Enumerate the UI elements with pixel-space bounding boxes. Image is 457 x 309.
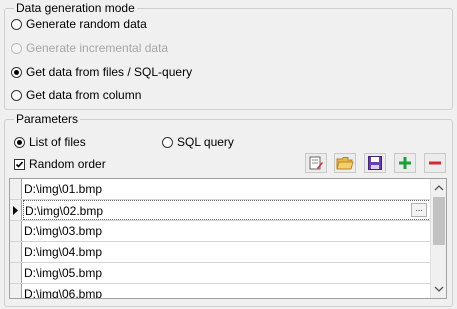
file-path-cell[interactable]: D:\img\06.bmp [23,284,431,298]
scroll-down-arrow-icon[interactable] [434,284,444,294]
radio-label: List of files [29,135,86,149]
vertical-scrollbar[interactable] [430,179,446,298]
radio-label: Get data from column [26,88,142,102]
generate-incremental-data-radio[interactable]: Generate incremental data [11,40,168,56]
table-row[interactable]: D:\img\03.bmp [10,221,431,242]
radio-label: Generate random data [26,17,147,31]
check-mark-icon [15,160,24,168]
browse-file-button[interactable]: ... [411,203,427,217]
radio-label: Generate incremental data [26,41,169,55]
file-path-cell[interactable]: D:\img\05.bmp [23,263,431,283]
file-path-cell[interactable]: D:\img\04.bmp [23,242,431,262]
get-data-from-column-radio[interactable]: Get data from column [11,87,141,103]
table-row[interactable]: D:\img\04.bmp [10,242,431,263]
radio-indicator [11,89,22,101]
row-indicator [10,200,22,220]
table-row[interactable]: D:\img\05.bmp [10,263,431,284]
random-order-checkbox[interactable]: Random order [14,156,106,172]
generate-random-data-radio[interactable]: Generate random data [11,16,147,32]
add-button[interactable] [394,153,416,173]
row-indicator [10,263,22,283]
radio-indicator [14,136,25,148]
checkbox-box [14,158,25,170]
file-list-grid[interactable]: D:\img\01.bmp D:\img\02.bmp ... D:\img\0… [9,178,447,299]
radio-label: SQL query [177,135,234,149]
file-path-cell[interactable]: D:\img\03.bmp [23,221,431,241]
edit-button[interactable] [305,153,327,173]
row-indicator [10,221,22,241]
remove-icon [429,161,441,165]
file-path-cell[interactable]: D:\img\02.bmp [23,200,431,220]
file-path-cell[interactable]: D:\img\01.bmp [23,179,431,199]
radio-label: Get data from files / SQL-query [26,65,193,79]
table-row[interactable]: D:\img\01.bmp [10,179,431,200]
current-row-arrow-icon [13,206,18,215]
table-row[interactable]: D:\img\02.bmp ... [10,200,431,221]
save-button[interactable] [364,153,386,173]
open-folder-icon [336,157,354,170]
row-indicator [10,242,22,262]
remove-button[interactable] [424,153,446,173]
radio-indicator [11,18,22,30]
list-of-files-radio[interactable]: List of files [14,134,86,150]
row-indicator [10,179,22,199]
open-button[interactable] [334,153,356,173]
checkbox-label: Random order [29,157,106,171]
scroll-up-arrow-icon[interactable] [434,183,444,193]
add-icon [399,157,411,169]
table-row[interactable]: D:\img\06.bmp [10,284,431,298]
radio-indicator [162,136,173,148]
radio-indicator [11,66,22,78]
parameters-legend: Parameters [14,112,81,126]
data-generation-mode-group: Data generation mode Generate random dat… [4,1,453,110]
data-generation-mode-legend: Data generation mode [14,1,137,15]
get-data-from-files-radio[interactable]: Get data from files / SQL-query [11,64,192,80]
scrollbar-thumb[interactable] [433,197,445,245]
sql-query-radio[interactable]: SQL query [162,134,234,150]
radio-indicator [11,42,22,54]
edit-icon [309,156,323,170]
row-indicator [10,284,22,298]
save-icon [368,156,382,170]
